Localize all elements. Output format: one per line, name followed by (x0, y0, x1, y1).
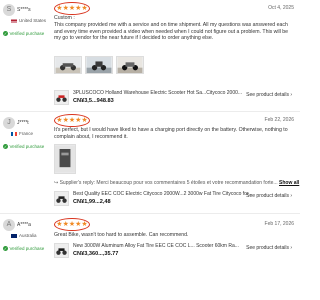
country-label: France (19, 131, 34, 136)
reviewer-country: United States (11, 18, 46, 23)
review-photo[interactable] (54, 56, 82, 74)
product-reference[interactable]: New 3000W Aluminum Alloy Fat Tire EEC CE… (54, 243, 294, 259)
product-title[interactable]: New 3000W Aluminum Alloy Fat Tire EEC CE… (73, 243, 239, 249)
review-date: Feb 22, 2026 (264, 117, 294, 123)
reviewer-name: A****a (17, 222, 31, 228)
product-price: CN¥3,360...,35.77 (73, 251, 119, 257)
review-card: A A****a Australia ✓ Verified purchase ★… (0, 215, 300, 300)
check-icon: ✓ (3, 144, 8, 149)
see-product-details-link[interactable]: See product details › (246, 92, 292, 98)
review-divider (0, 111, 300, 112)
review-card: J J****t France ✓ Verified purchase ★ ★ … (0, 113, 300, 211)
verified-badge: ✓ Verified purchase (3, 144, 44, 149)
star-icon: ★ (81, 117, 88, 124)
product-thumbnail (54, 191, 69, 206)
review-text: Custom : This company provided me with a… (54, 15, 289, 42)
france-flag-icon (11, 131, 17, 136)
review-photo[interactable] (85, 56, 113, 74)
star-rating: ★ ★ ★ ★ ★ (54, 114, 90, 127)
supplier-reply: ↪ Supplier's reply: Merci beaucoup pour … (54, 180, 299, 186)
review-date: Feb 17, 2026 (264, 221, 294, 227)
review-divider (0, 213, 300, 214)
check-icon: ✓ (3, 31, 8, 36)
verified-badge: ✓ Verified purchase (3, 246, 44, 251)
country-label: United States (19, 18, 47, 23)
product-thumbnail (54, 243, 69, 258)
avatar: J (3, 117, 15, 129)
product-reference[interactable]: Best Quality EEC COC Electric Citycoco 2… (54, 191, 294, 207)
verified-label: Verified purchase (9, 246, 45, 251)
star-icon: ★ (81, 221, 88, 228)
star-rating: ★ ★ ★ ★ ★ (54, 2, 90, 15)
avatar: A (3, 219, 15, 231)
verified-label: Verified purchase (9, 144, 45, 149)
product-title[interactable]: 3PLUSCOCO Holland Warehouse Electric Sco… (73, 90, 242, 96)
product-price: CN¥1,99...2,48 (73, 199, 111, 205)
country-label: Australia (19, 233, 37, 238)
check-icon: ✓ (3, 246, 8, 251)
see-product-details-link[interactable]: See product details › (246, 245, 292, 251)
verified-badge: ✓ Verified purchase (3, 31, 44, 36)
review-text: It's perfect, but I would have liked to … (54, 127, 288, 140)
review-text: Great Bike, wasn't too hard to assemble.… (54, 232, 189, 238)
avatar: S (3, 4, 15, 16)
reviewer-country: Australia (11, 233, 37, 238)
australia-flag-icon (11, 233, 17, 238)
product-thumbnail (54, 90, 69, 105)
review-photo[interactable] (54, 144, 76, 174)
show-all-link[interactable]: Show all (279, 180, 299, 186)
product-price: CN¥3,5...948.83 (73, 98, 114, 104)
product-title[interactable]: Best Quality EEC COC Electric Citycoco 2… (73, 191, 253, 197)
review-photo[interactable] (116, 56, 144, 74)
reviewer-name: J****t (17, 120, 29, 126)
star-rating: ★ ★ ★ ★ ★ (54, 218, 90, 231)
product-reference[interactable]: 3PLUSCOCO Holland Warehouse Electric Sco… (54, 90, 294, 106)
verified-label: Verified purchase (9, 31, 45, 36)
us-flag-icon (11, 18, 17, 23)
review-card: S S****s United States ✓ Verified purcha… (0, 0, 300, 110)
reviewer-name: S****s (17, 7, 31, 13)
supplier-reply-text: Supplier's reply: Merci beaucoup pour vo… (59, 180, 278, 186)
review-date: Oct 4, 2025 (268, 5, 294, 11)
star-icon: ★ (81, 5, 88, 12)
see-product-details-link[interactable]: See product details › (246, 193, 292, 199)
reviewer-country: France (11, 131, 33, 136)
